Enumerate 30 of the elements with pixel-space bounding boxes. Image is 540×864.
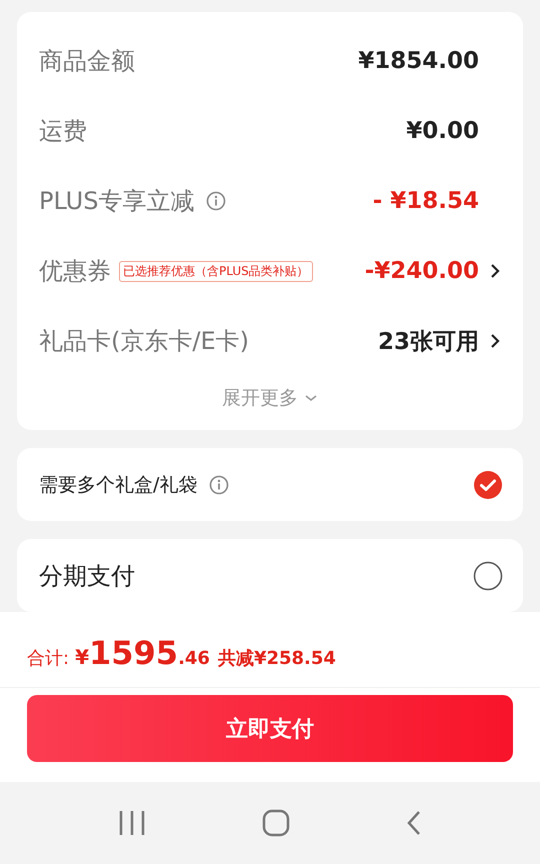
total-integer: 1595	[89, 634, 178, 672]
radio-button[interactable]	[473, 560, 503, 590]
chevron-right-icon[interactable]	[489, 333, 501, 349]
row-value: 23张可用	[378, 328, 479, 356]
row-value: ¥1854.00	[358, 48, 479, 74]
row-label: PLUS专享立减	[39, 186, 194, 217]
row-value: ¥0.00	[406, 118, 479, 144]
row-value: -¥240.00	[364, 258, 479, 284]
pay-now-button[interactable]: 立即支付	[27, 695, 513, 762]
coupon-tag: 已选推荐优惠（含PLUS品类补贴）	[119, 260, 313, 282]
row-value: - ¥18.54	[372, 188, 479, 214]
row-label: 商品金额	[39, 46, 135, 77]
total-label: 合计:	[27, 647, 70, 670]
installment-label: 分期支付	[39, 560, 135, 592]
back-icon[interactable]	[406, 810, 422, 836]
chevron-right-icon[interactable]	[489, 263, 501, 279]
home-icon[interactable]	[262, 809, 290, 837]
gift-box-label: 需要多个礼盒/礼袋	[39, 472, 198, 498]
row-label: 运费	[39, 116, 87, 147]
info-icon[interactable]	[206, 191, 226, 211]
row-label: 礼品卡(京东卡/E卡)	[39, 326, 249, 357]
row-label: 优惠券	[39, 256, 111, 287]
currency-symbol: ¥	[75, 645, 89, 669]
total-saving: 共减¥258.54	[218, 647, 336, 670]
expand-more-button[interactable]: 展开更多	[216, 384, 324, 412]
recent-apps-icon[interactable]	[118, 810, 146, 836]
total-decimal: .46	[178, 648, 210, 669]
info-icon[interactable]	[209, 474, 230, 494]
checked-circle-icon[interactable]	[473, 470, 503, 500]
chevron-down-icon	[304, 394, 318, 402]
